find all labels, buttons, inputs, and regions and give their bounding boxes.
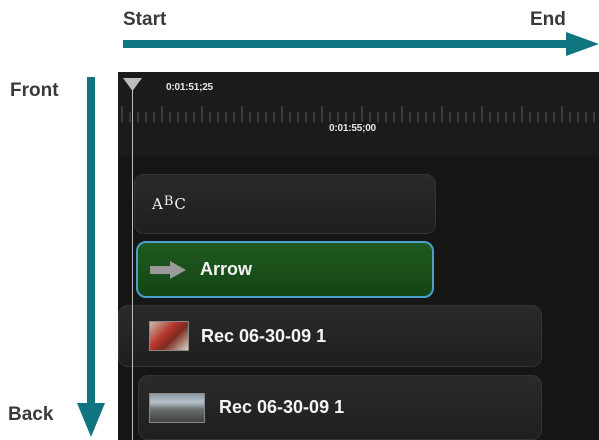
text-abc-icon: ABC <box>152 194 187 213</box>
recording-clip-2[interactable]: Rec 06-30-09 1 <box>138 375 542 440</box>
timeline-diagram: Start End Front Back 0:01:51;25 0:01:55;… <box>0 0 599 440</box>
end-label: End <box>530 9 566 30</box>
person-thumbnail <box>149 321 189 351</box>
arrow-right-icon <box>150 260 186 279</box>
recording-clip-1[interactable]: Rec 06-30-09 1 <box>118 305 542 367</box>
front-label: Front <box>10 80 59 101</box>
ruler-marker-time: 0:01:55;00 <box>329 123 376 134</box>
front-to-back-arrow <box>77 77 105 437</box>
arrow-clip-label: Arrow <box>200 259 253 279</box>
recording-clip-2-label: Rec 06-30-09 1 <box>219 397 345 417</box>
start-to-end-arrow <box>123 32 599 56</box>
current-time: 0:01:51;25 <box>166 82 213 93</box>
landscape-thumbnail <box>149 392 205 423</box>
arrow-clip[interactable]: Arrow <box>136 241 434 298</box>
text-clip[interactable]: ABC <box>134 174 436 234</box>
start-label: Start <box>123 9 167 30</box>
time-ruler[interactable]: 0:01:51;25 0:01:55;00 <box>118 72 599 156</box>
back-label: Back <box>8 404 54 425</box>
ruler-ticks <box>121 106 595 122</box>
playhead-icon[interactable] <box>123 78 143 92</box>
timeline-panel: 0:01:51;25 0:01:55;00 ABC Arrow Rec 06-3… <box>118 72 599 440</box>
playhead-line <box>132 86 133 440</box>
recording-clip-1-label: Rec 06-30-09 1 <box>201 325 327 346</box>
